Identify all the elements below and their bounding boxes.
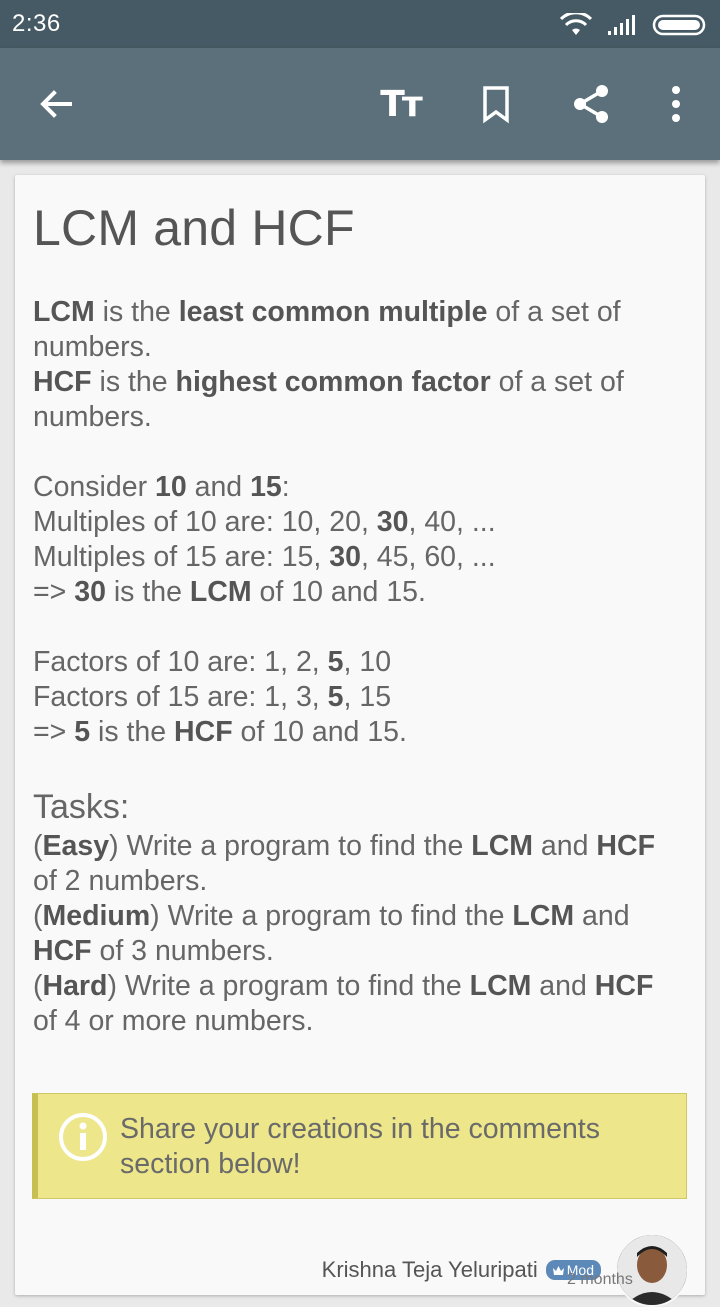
bold-text: Medium <box>42 900 151 932</box>
text-line: HCF of 3 numbers. <box>33 935 274 967</box>
lcm-example-paragraph: Consider 10 and 15: Multiples of 10 are: … <box>33 470 683 610</box>
bold-text: 5 <box>327 681 344 713</box>
text-line: (Hard) Write a program to find the LCM a… <box>33 970 654 1002</box>
text-line: numbers. <box>33 401 152 433</box>
bold-text: LCM <box>189 576 252 608</box>
bold-text: HCF <box>33 366 92 398</box>
bold-text: HCF <box>594 970 654 1002</box>
text-line: numbers. <box>33 331 152 363</box>
text-line: of 2 numbers. <box>33 865 208 897</box>
text-line: => 30 is the LCM of 10 and 15. <box>33 576 426 608</box>
author-meta: 2 months <box>567 1271 633 1288</box>
bold-text: HCF <box>33 935 92 967</box>
back-button[interactable] <box>28 76 84 132</box>
bold-text: least common multiple <box>178 296 488 328</box>
bold-text: 30 <box>74 576 106 608</box>
bold-text: 15 <box>250 471 282 503</box>
more-options-button[interactable] <box>648 76 704 132</box>
battery-icon <box>652 14 706 36</box>
text-size-button[interactable]: Tт <box>372 76 428 132</box>
info-text-line: Share your creations in the comments <box>120 1113 600 1145</box>
text-line: Factors of 10 are: 1, 2, 5, 10 <box>33 646 392 678</box>
bookmark-button[interactable] <box>468 76 524 132</box>
text-line: HCF is the highest common factor of a se… <box>33 366 624 398</box>
text-line: (Easy) Write a program to find the LCM a… <box>33 830 655 862</box>
article-card: LCM and HCF LCM is the least common mult… <box>15 175 705 1307</box>
bold-text: 5 <box>327 646 344 678</box>
info-icon <box>59 1113 107 1161</box>
bold-text: HCF <box>596 830 655 862</box>
bold-text: highest common factor <box>175 366 491 398</box>
info-text: Share your creations in the comments sec… <box>120 1112 640 1182</box>
text-line: => 5 is the HCF of 10 and 15. <box>33 716 407 748</box>
text-line: of 4 or more numbers. <box>33 1005 314 1037</box>
share-button[interactable] <box>563 76 619 132</box>
avatar-photo <box>617 1235 687 1305</box>
text-line: Factors of 15 are: 1, 3, 5, 15 <box>33 681 392 713</box>
author-name[interactable]: Krishna Teja Yeluripati <box>322 1257 538 1283</box>
bold-text: LCM <box>33 296 95 328</box>
status-time: 2:36 <box>12 10 61 37</box>
text-size-icon: Tт <box>380 83 422 125</box>
text-line: Multiples of 10 are: 10, 20, 30, 40, ... <box>33 506 496 538</box>
info-text-line: section below! <box>120 1148 301 1180</box>
bold-text: LCM <box>512 900 575 932</box>
text-line: Multiples of 15 are: 15, 30, 45, 60, ... <box>33 541 496 573</box>
hcf-example-paragraph: Factors of 10 are: 1, 2, 5, 10 Factors of… <box>33 645 683 750</box>
bold-text: 30 <box>376 506 409 538</box>
bold-text: Hard <box>42 970 108 1002</box>
bold-text: 10 <box>154 471 187 503</box>
share-icon <box>574 85 608 123</box>
app-bar: Tт <box>0 48 720 160</box>
crown-icon <box>552 1265 564 1275</box>
author-row[interactable]: Krishna Teja Yeluripati Mod <box>322 1233 689 1307</box>
wifi-icon <box>560 13 592 35</box>
back-arrow-icon <box>40 90 72 118</box>
bold-text: LCM <box>469 970 532 1002</box>
bold-text: HCF <box>174 716 233 748</box>
tasks-section: Tasks: (Easy) Write a program to find th… <box>33 785 683 1039</box>
bookmark-icon <box>483 86 509 124</box>
more-vert-icon <box>672 86 680 122</box>
bold-text: 5 <box>74 716 91 748</box>
avatar[interactable] <box>615 1233 689 1307</box>
tasks-list: (Easy) Write a program to find the LCM a… <box>33 829 683 1039</box>
bold-text: LCM <box>471 830 534 862</box>
intro-paragraph: LCM is the least common multiple of a se… <box>33 295 683 435</box>
tasks-heading: Tasks: <box>33 788 130 826</box>
signal-icon <box>608 15 635 35</box>
info-callout: Share your creations in the comments sec… <box>32 1093 687 1199</box>
text-line: (Medium) Write a program to find the LCM… <box>33 900 630 932</box>
text-line: LCM is the least common multiple of a se… <box>33 296 621 328</box>
bold-text: Easy <box>42 830 110 862</box>
status-bar: 2:36 <box>0 0 720 48</box>
status-icons <box>560 12 708 38</box>
article-title: LCM and HCF <box>33 200 355 256</box>
bold-text: 30 <box>329 541 361 573</box>
text-line: Consider 10 and 15: <box>33 471 290 503</box>
